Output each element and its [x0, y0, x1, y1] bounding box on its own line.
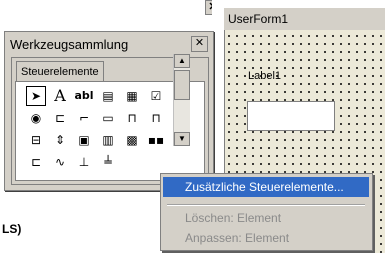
toolbox-title: Werkzeugsammlung — [10, 37, 129, 52]
label-icon[interactable]: A — [50, 86, 70, 106]
checkbox-icon[interactable]: ☑ — [146, 86, 166, 106]
listbox-icon[interactable]: ▦ — [122, 86, 142, 106]
extra-1-icon[interactable]: ⊏ — [26, 152, 46, 172]
menu-separator — [167, 204, 365, 206]
extra-3-icon[interactable]: ⊥ — [74, 152, 94, 172]
menu-item-customize[interactable]: Anpassen: Element — [163, 228, 369, 248]
extra-2-icon[interactable]: ∿ — [50, 152, 70, 172]
refedit-icon[interactable]: ▥ — [98, 130, 118, 150]
toolbox-close-button[interactable]: ✕ — [191, 36, 208, 52]
togglebutton-icon[interactable]: ⊏ — [50, 108, 70, 128]
tools-scrollbar[interactable]: ▲ ▼ — [173, 54, 190, 146]
grid-icon[interactable]: ▩ — [122, 130, 142, 150]
menu-item-label: Löschen: Element — [185, 211, 282, 225]
pointer-icon[interactable]: ➤ — [26, 86, 46, 106]
scrollbar-icon[interactable]: ⊟ — [26, 130, 46, 150]
tab-steuerelemente[interactable]: Steuerelemente — [16, 61, 104, 82]
textbox-icon[interactable]: abl — [74, 86, 94, 106]
scroll-down-icon[interactable]: ▼ — [174, 132, 190, 146]
scroll-thumb[interactable] — [174, 70, 190, 100]
userform-titlebar: UserForm1 — [224, 8, 385, 30]
menu-item-label: Anpassen: Element — [185, 231, 290, 245]
spinbutton-icon[interactable]: ⇕ — [50, 130, 70, 150]
combobox-icon[interactable]: ▤ — [98, 86, 118, 106]
dots-icon[interactable]: ▪▪ — [146, 130, 166, 150]
tabstrip-icon[interactable]: ⊓ — [122, 108, 142, 128]
textbox-control[interactable] — [247, 101, 335, 131]
optionbutton-icon[interactable]: ◉ — [26, 108, 46, 128]
menu-item-additional-controls[interactable]: Zusätzliche Steuerelemente... — [163, 177, 369, 197]
menu-item-delete[interactable]: Löschen: Element — [163, 208, 369, 228]
extra-4-icon[interactable]: ╧ — [98, 152, 118, 172]
image-icon[interactable]: ▣ — [74, 130, 94, 150]
menu-item-label: Zusätzliche Steuerelemente... — [185, 180, 344, 194]
document-partial-text: LS) — [2, 222, 22, 236]
commandbutton-icon[interactable]: ▭ — [98, 108, 118, 128]
scroll-up-icon[interactable]: ▲ — [174, 54, 190, 68]
userform-title: UserForm1 — [228, 12, 289, 26]
label-control[interactable]: Label1 — [248, 70, 281, 82]
toolbox-titlebar[interactable]: Werkzeugsammlung ✕ — [6, 33, 212, 55]
frame-icon[interactable]: ⌐ — [74, 108, 94, 128]
multipage-icon[interactable]: ⊓ — [146, 108, 166, 128]
context-menu: Zusätzliche Steuerelemente... Löschen: E… — [160, 173, 373, 251]
